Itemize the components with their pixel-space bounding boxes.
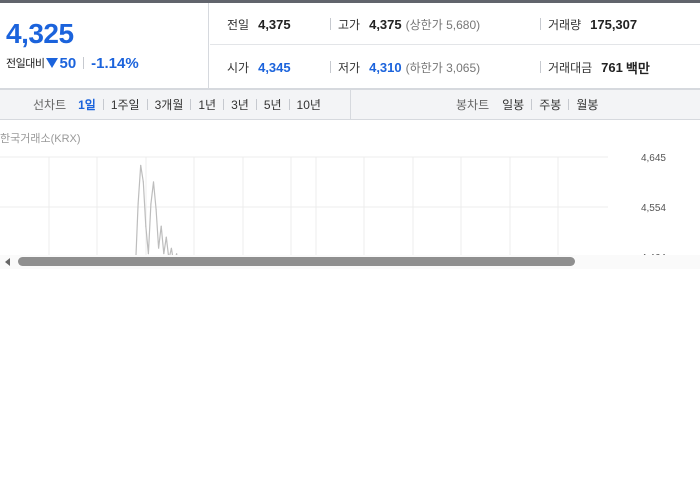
price-point [145, 225, 147, 227]
period-3-years[interactable]: 3년 [231, 96, 249, 113]
high-cell: 고가 4,375 (상한가 5,680) [330, 3, 480, 45]
trade-value-unit: 백만 [625, 60, 650, 76]
divider [146, 99, 148, 110]
high-label: 고가 [338, 17, 361, 32]
divider [568, 99, 570, 110]
low-label: 저가 [338, 60, 361, 75]
prev-close-label: 전일 [227, 17, 250, 32]
quote-panel: 4,325 전일대비 50 -1.14% 전일 4,375 고가 4,375 (… [0, 3, 700, 89]
divider [83, 57, 85, 69]
price-point [142, 181, 144, 183]
candle-chart-periods: 봉차트 일봉 주봉 월봉 [351, 90, 700, 119]
volume-value: 175,307 [590, 16, 638, 32]
chart-period-bar: 선차트 1일 1주일 3개월 1년 3년 5년 10년 봉차트 일봉 주봉 월봉 [0, 89, 700, 120]
current-price: 4,325 [6, 18, 74, 49]
price-point [137, 203, 139, 205]
lower-limit: (하한가 3,065) [405, 60, 481, 75]
divider [330, 18, 331, 30]
info-row-2: 시가 4,345 저가 4,310 (하한가 3,065) 거래대금 761 백… [210, 46, 700, 88]
chart-canvas: 4,6454,5544,464 [0, 153, 666, 255]
price-point [170, 247, 172, 249]
y-tick-label: 4,645 [641, 153, 666, 164]
divider [223, 99, 225, 110]
divider [531, 99, 533, 110]
price-line [135, 165, 178, 255]
period-1-day[interactable]: 1일 [78, 96, 96, 113]
price-box: 4,325 전일대비 50 -1.14% [0, 3, 209, 89]
trade-value-label: 거래대금 [548, 60, 593, 75]
price-point [150, 203, 152, 205]
change-row: 전일대비 50 -1.14% [6, 53, 139, 73]
candle-daily[interactable]: 일봉 [502, 96, 524, 113]
info-row-1: 전일 4,375 고가 4,375 (상한가 5,680) 거래량 175,30… [210, 3, 700, 45]
scroll-thumb[interactable] [18, 257, 575, 266]
upper-limit: (상한가 5,680) [405, 17, 481, 32]
divider [190, 99, 192, 110]
prev-close-cell: 전일 4,375 [227, 3, 291, 45]
line-chart-periods: 선차트 1일 1주일 3개월 1년 3년 5년 10년 [0, 90, 351, 119]
open-value: 4,345 [258, 59, 291, 75]
price-point [152, 181, 155, 183]
period-1-week[interactable]: 1주일 [111, 96, 140, 113]
trade-value-cell: 거래대금 761 백만 [540, 46, 650, 88]
divider [330, 61, 331, 73]
chart-source: 한국거래소(KRX) [0, 133, 81, 145]
period-5-years[interactable]: 5년 [264, 96, 282, 113]
open-cell: 시가 4,345 [227, 46, 291, 88]
change-label: 전일대비 [6, 58, 45, 70]
candle-monthly[interactable]: 월봉 [576, 96, 598, 113]
period-10-years[interactable]: 10년 [297, 96, 321, 113]
change-rate: -1.14% [91, 54, 139, 72]
low-value: 4,310 [369, 59, 402, 75]
volume-label: 거래량 [548, 17, 582, 32]
horizontal-scrollbar[interactable] [0, 255, 700, 269]
period-1-year[interactable]: 1년 [198, 96, 216, 113]
divider [255, 99, 257, 110]
price-point [160, 225, 162, 227]
line-chart-label: 선차트 [33, 98, 67, 112]
price-point [140, 164, 142, 166]
prev-close-value: 4,375 [258, 16, 291, 32]
price-point [155, 208, 157, 211]
price-point [165, 236, 167, 238]
price-point [158, 247, 160, 249]
open-label: 시가 [227, 60, 250, 75]
change-amount: 50 [59, 54, 77, 72]
divider [288, 99, 290, 110]
candle-weekly[interactable]: 주봉 [539, 96, 561, 113]
trade-value: 761 [601, 59, 623, 75]
scroll-left-icon[interactable] [5, 258, 10, 266]
divider [540, 18, 541, 30]
candle-chart-label: 봉차트 [456, 98, 490, 112]
y-tick-label: 4,554 [641, 203, 666, 214]
volume-cell: 거래량 175,307 [540, 3, 637, 45]
low-cell: 저가 4,310 (하한가 3,065) [330, 46, 480, 88]
period-3-months[interactable]: 3개월 [155, 96, 184, 113]
quote-info-grid: 전일 4,375 고가 4,375 (상한가 5,680) 거래량 175,30… [210, 3, 700, 89]
price-chart: 4,6454,5544,464 한국거래소(KRX) [0, 121, 700, 255]
divider [102, 99, 104, 110]
divider [540, 61, 541, 73]
high-value: 4,375 [369, 16, 402, 32]
down-triangle-icon [46, 58, 59, 68]
